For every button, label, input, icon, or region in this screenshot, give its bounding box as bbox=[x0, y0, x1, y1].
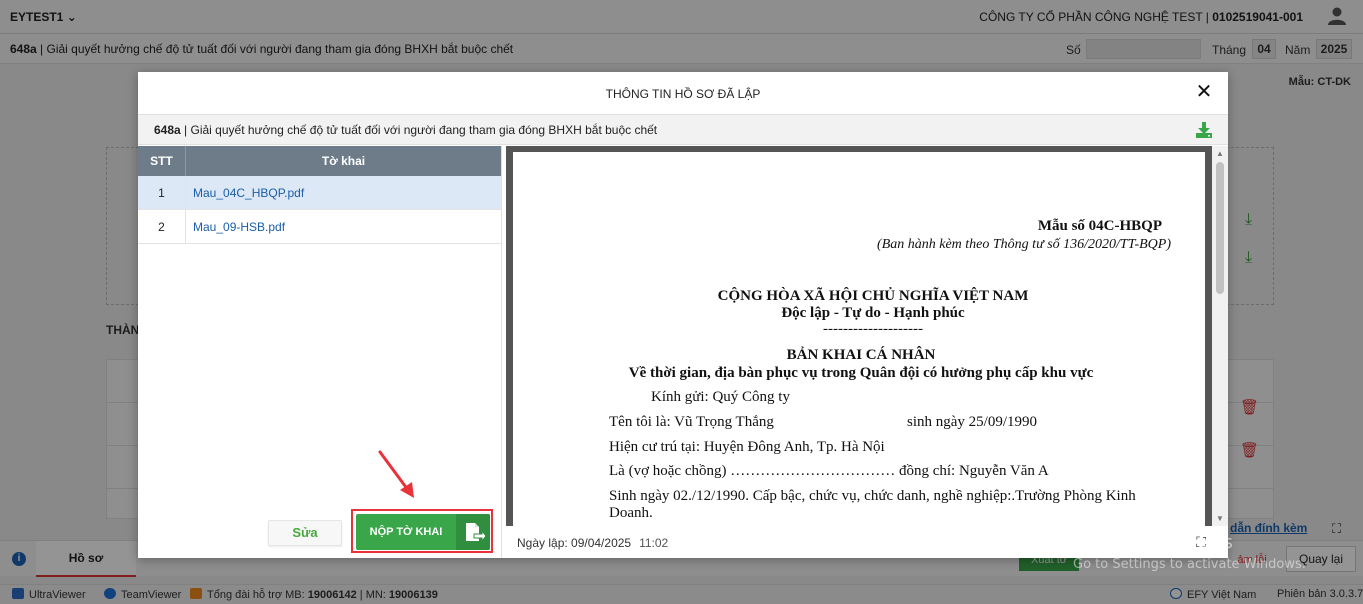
doc-recipient: Kính gửi: Quý Công ty bbox=[651, 389, 790, 405]
activation-watermark: Activate Windows bbox=[1073, 532, 1233, 553]
filed-dossier-modal: THÔNG TIN HỒ SƠ ĐÃ LẬP ✕ 648a | Giải quy… bbox=[138, 72, 1228, 558]
row-stt: 1 bbox=[138, 176, 186, 209]
scroll-down-icon[interactable]: ▼ bbox=[1216, 514, 1224, 523]
doc-spouse: Là (vợ hoặc chồng) …………………………… đồng chí:… bbox=[609, 463, 1049, 479]
table-header: STT Tờ khai bbox=[138, 146, 501, 176]
doc-issued-by: (Ban hành kèm theo Thông tư số 136/2020/… bbox=[877, 237, 1171, 252]
modal-title: THÔNG TIN HỒ SƠ ĐÃ LẬP bbox=[605, 87, 761, 101]
pdf-preview[interactable]: Mẫu số 04C-HBQP (Ban hành kèm theo Thông… bbox=[506, 146, 1228, 526]
row-stt: 2 bbox=[138, 210, 186, 243]
doc-name: Tên tôi là: Vũ Trọng Thắng bbox=[609, 414, 774, 430]
annotation-arrow-icon bbox=[378, 450, 414, 498]
doc-form-number: Mẫu số 04C-HBQP bbox=[1037, 218, 1162, 234]
doc-spouse-dob-cont: Doanh. bbox=[609, 505, 653, 521]
declaration-table: STT Tờ khai 1 Mau_04C_HBQP.pdf 2 Mau_09-… bbox=[138, 146, 501, 244]
dossier-title: | Giải quyết hưởng chế độ tử tuất đối vớ… bbox=[184, 123, 658, 137]
doc-spouse-dob: Sinh ngày 02./12/1990. Cấp bậc, chức vụ,… bbox=[609, 488, 1136, 504]
header-stt: STT bbox=[138, 146, 186, 176]
scroll-thumb[interactable] bbox=[1216, 162, 1224, 294]
scroll-up-icon[interactable]: ▲ bbox=[1216, 149, 1224, 158]
table-row[interactable]: 1 Mau_04C_HBQP.pdf bbox=[138, 176, 501, 210]
submit-declaration-button[interactable]: NỘP TỜ KHAI bbox=[356, 514, 490, 550]
activation-watermark-sub: Go to Settings to activate Windows. bbox=[1073, 557, 1306, 572]
modal-sub-title: 648a | Giải quyết hưởng chế độ tử tuất đ… bbox=[154, 123, 657, 137]
created-date-label: Ngày lập: 09/04/2025 bbox=[517, 536, 632, 550]
table-row[interactable]: 2 Mau_09-HSB.pdf bbox=[138, 210, 501, 244]
doc-subject: Về thời gian, địa bàn phục vụ trong Quân… bbox=[628, 365, 1094, 381]
dossier-code: 648a bbox=[154, 123, 181, 137]
row-file[interactable]: Mau_09-HSB.pdf bbox=[186, 210, 501, 243]
doc-national-title: CỘNG HÒA XÃ HỘI CHỦ NGHĨA VIỆT NAM bbox=[717, 288, 1029, 304]
created-time: 11:02 bbox=[639, 536, 669, 550]
header-to-khai: Tờ khai bbox=[321, 154, 366, 168]
doc-residence: Hiện cư trú tại: Huyện Đông Anh, Tp. Hà … bbox=[609, 439, 885, 455]
download-icon[interactable] bbox=[1194, 120, 1214, 140]
submit-highlight-box: NỘP TỜ KHAI bbox=[351, 509, 493, 553]
doc-title: BẢN KHAI CÁ NHÂN bbox=[786, 347, 936, 363]
row-file[interactable]: Mau_04C_HBQP.pdf bbox=[186, 176, 501, 209]
panel-divider bbox=[501, 146, 502, 558]
created-date: Ngày lập: 09/04/2025 11:02 bbox=[517, 536, 668, 550]
doc-motto: Độc lập - Tự do - Hạnh phúc bbox=[781, 305, 965, 321]
pdf-page: Mẫu số 04C-HBQP (Ban hành kèm theo Thông… bbox=[513, 152, 1205, 526]
doc-separator: -------------------- bbox=[823, 321, 923, 337]
preview-scrollbar[interactable]: ▲ ▼ bbox=[1212, 146, 1228, 526]
submit-label: NỘP TỜ KHAI bbox=[369, 526, 443, 538]
modal-subbar: 648a | Giải quyết hưởng chế độ tử tuất đ… bbox=[138, 114, 1228, 145]
submit-document-icon bbox=[456, 514, 490, 550]
edit-button[interactable]: Sửa bbox=[268, 520, 342, 546]
close-icon[interactable]: ✕ bbox=[1194, 82, 1214, 102]
doc-dob: sinh ngày 25/09/1990 bbox=[907, 414, 1037, 430]
